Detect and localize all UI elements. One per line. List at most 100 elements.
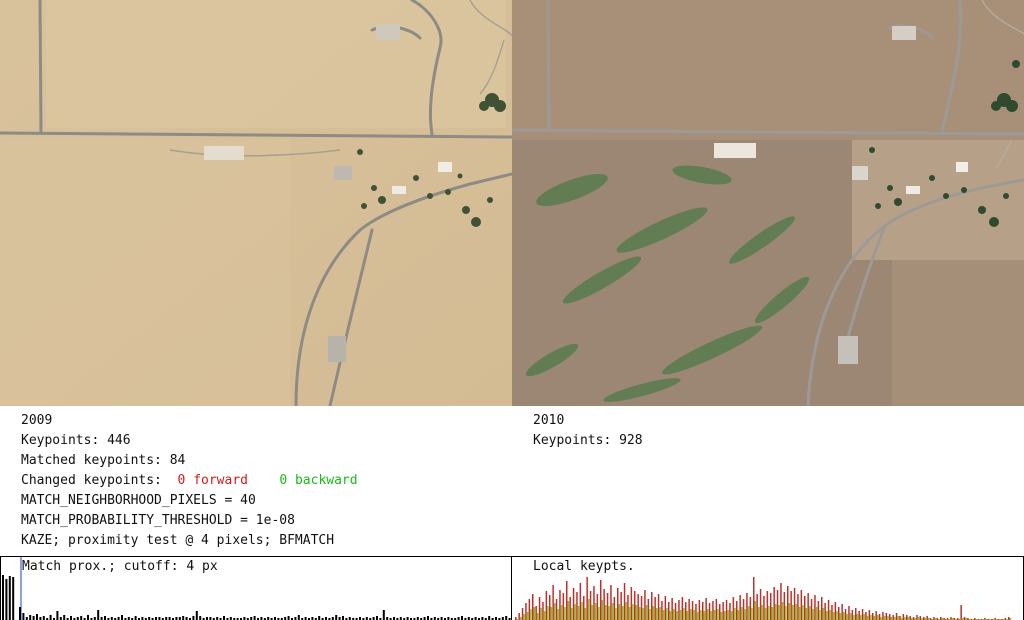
keypoint-bar-red xyxy=(885,613,888,620)
keypoint-bar-red xyxy=(664,596,667,620)
keypoint-bar-green xyxy=(856,614,859,620)
keypoint-bar-red xyxy=(637,594,639,620)
keypoint-bar-green xyxy=(676,611,678,620)
backward-count: 0 backward xyxy=(279,473,358,488)
keypoint-bar-green xyxy=(853,615,855,620)
keypoint-bar-red xyxy=(647,599,650,620)
keypoint-bar-red xyxy=(861,609,864,620)
histogram-bar xyxy=(199,616,202,620)
histogram-bar xyxy=(253,616,256,620)
keypoint-bar-green xyxy=(741,607,743,620)
keypoint-bar-red xyxy=(603,589,605,620)
keypoint-bar-red xyxy=(555,599,558,620)
keypoint-bar-red xyxy=(817,601,820,620)
keypoint-bar-green xyxy=(557,609,559,620)
keypoint-bar-green xyxy=(608,606,610,620)
image-2010 xyxy=(512,0,1024,406)
neighborhood-param: MATCH_NEIGHBORHOOD_PIXELS = 40 xyxy=(21,493,256,508)
histogram-bar xyxy=(318,616,321,620)
keypoint-bar-red xyxy=(518,613,520,620)
keypoint-bar-red xyxy=(804,596,806,620)
histogram-bar xyxy=(36,614,38,620)
keypoint-bar-red xyxy=(651,592,653,620)
keypoint-bar-red xyxy=(600,580,602,620)
keypoint-bar-red xyxy=(566,581,568,620)
keypoint-bar-red xyxy=(712,601,714,620)
keypoint-bar-red xyxy=(705,598,707,620)
keypoint-bar-green xyxy=(601,600,604,620)
aerial-image-2009 xyxy=(0,0,512,406)
keypoint-bar-green xyxy=(734,608,736,620)
keypoint-bar-red xyxy=(742,599,745,620)
image-label-2009: 2009 xyxy=(21,413,53,428)
keypoint-bar-green xyxy=(775,604,777,620)
keypoint-bar-red xyxy=(589,591,592,620)
keypoint-bar-red xyxy=(909,616,911,620)
keypoint-bar-red xyxy=(739,595,741,620)
keypoint-bar-red xyxy=(593,586,595,620)
histogram-bar xyxy=(297,615,300,620)
keypoint-bar-green xyxy=(849,613,852,620)
keypoint-bar-green xyxy=(846,614,848,620)
keypoint-bar-red xyxy=(521,608,524,620)
histogram-bar xyxy=(376,616,378,620)
keypoint-bar-green xyxy=(826,611,828,620)
keypoint-bar-green xyxy=(781,602,784,620)
keypoint-bar-red xyxy=(797,594,799,620)
keypoint-bar-red xyxy=(916,615,918,620)
histogram-bar xyxy=(49,615,52,620)
keypoint-bar-red xyxy=(630,587,633,620)
match-proximity-title: Match prox.; cutoff: 4 px xyxy=(22,559,218,574)
keypoint-bar-red xyxy=(773,587,775,620)
keypoint-bar-green xyxy=(792,605,794,620)
keypoint-bar-red xyxy=(572,588,575,620)
histogram-bar xyxy=(80,616,83,620)
keypoint-bar-red xyxy=(787,586,789,620)
histogram-bar xyxy=(335,615,338,620)
keypoint-bar-red xyxy=(831,605,833,620)
keypoint-bar-green xyxy=(771,607,774,620)
keypoint-bar-red xyxy=(640,596,643,620)
keypoint-bar-green xyxy=(768,606,770,620)
keypoint-bar-green xyxy=(683,608,685,620)
keypoint-bar-green xyxy=(778,605,780,620)
keypoint-bar-red xyxy=(562,593,565,620)
keypoint-bar-green xyxy=(543,611,546,620)
keypoint-bar-green xyxy=(870,615,872,620)
keypoint-bar-green xyxy=(747,606,750,620)
keypoint-bar-red xyxy=(841,604,843,620)
keypoint-bar-green xyxy=(526,612,529,620)
keypoint-bar-green xyxy=(873,616,876,620)
histogram-bar xyxy=(134,616,137,620)
keypoint-bar-red xyxy=(661,601,663,620)
keypoint-bar-red xyxy=(848,606,850,620)
keypoint-bar-red xyxy=(610,585,612,620)
keypoint-bar-green xyxy=(632,604,634,620)
keypoint-bar-red xyxy=(899,616,901,620)
keypoint-bar-green xyxy=(802,605,804,620)
keypoint-bar-green xyxy=(829,610,831,620)
keypoint-bar-red xyxy=(770,593,772,620)
histogram-bar xyxy=(42,616,45,620)
keypoint-bar-red xyxy=(906,615,908,620)
image-2009 xyxy=(0,0,512,406)
keypoint-bar-red xyxy=(736,601,738,620)
histogram-bar xyxy=(223,616,225,620)
keypoint-bar-green xyxy=(686,611,689,620)
histogram-bar xyxy=(5,579,8,620)
keypoint-bar-green xyxy=(540,608,542,620)
keypoint-bar-green xyxy=(533,607,536,620)
keypoint-bar-green xyxy=(564,607,566,620)
keypoints-count-2009: Keypoints: 446 xyxy=(21,433,131,448)
histogram-bar xyxy=(182,616,185,620)
keypoint-bar-red xyxy=(800,590,803,620)
keypoint-bar-red xyxy=(895,613,898,620)
keypoint-bar-green xyxy=(839,613,842,620)
keypoint-bar-red xyxy=(617,588,619,620)
keypoint-bar-green xyxy=(887,616,889,620)
keypoint-bar-green xyxy=(754,601,757,620)
keypoint-bar-green xyxy=(642,608,644,620)
histogram-bar xyxy=(29,615,32,620)
histogram-bar xyxy=(505,616,508,620)
keypoint-bar-green xyxy=(703,611,706,620)
